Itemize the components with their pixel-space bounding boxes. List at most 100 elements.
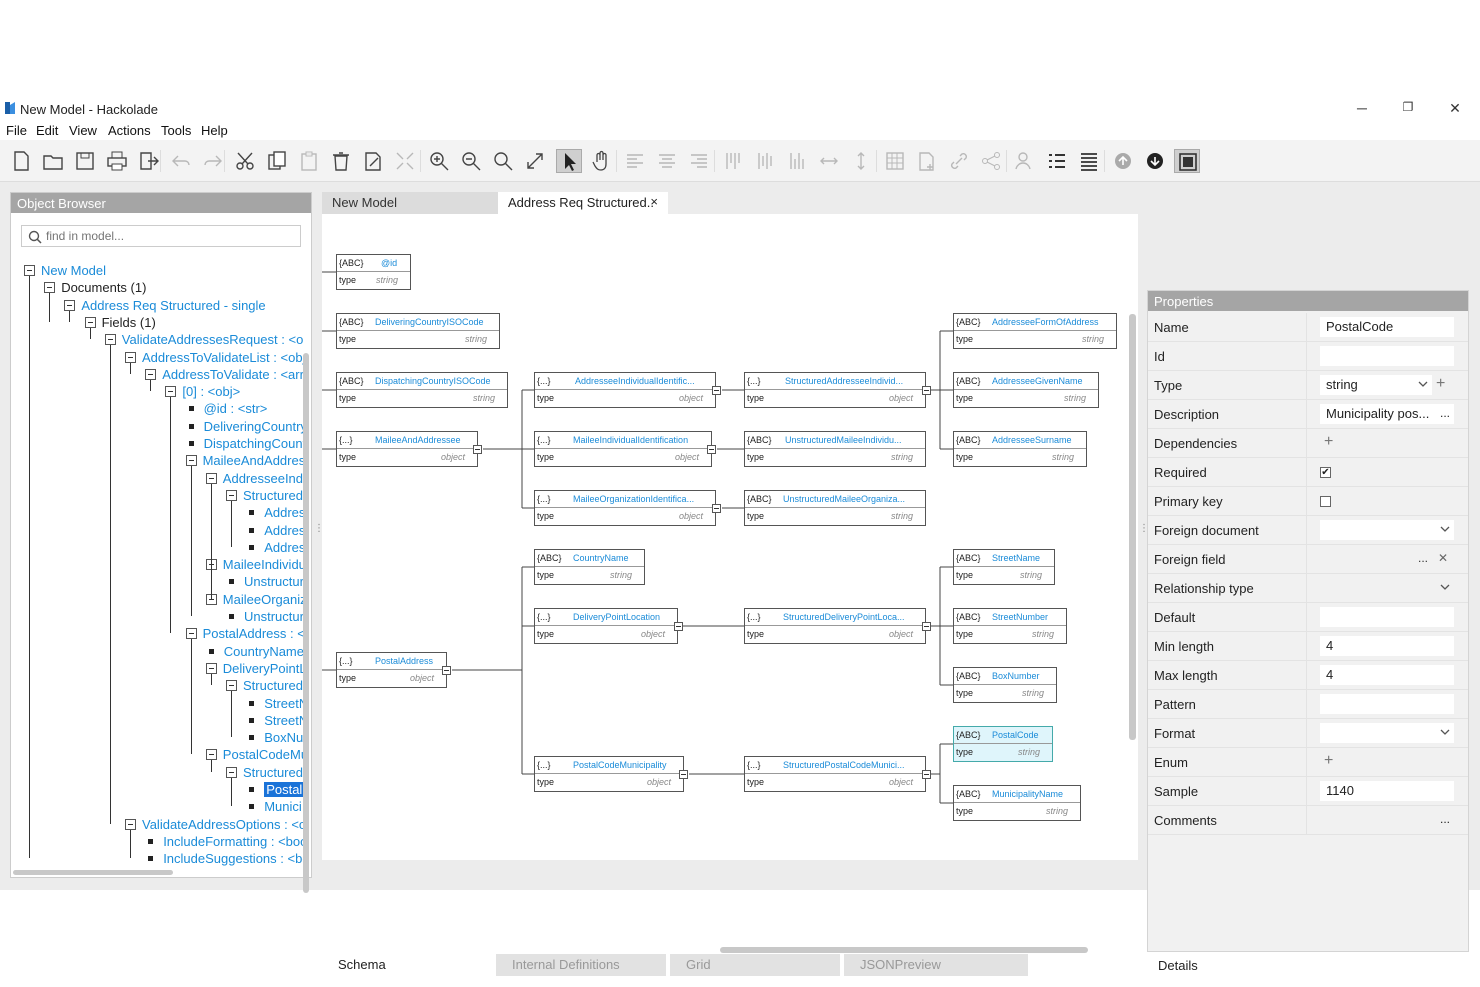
tree-node[interactable]: AddresseeIndi: [205, 470, 303, 487]
tree-node[interactable]: Unstructur: [226, 608, 303, 625]
list-button[interactable]: [1044, 149, 1070, 173]
align-top-button[interactable]: [720, 149, 746, 173]
paste-button[interactable]: [296, 149, 322, 173]
property-value-input[interactable]: [1320, 810, 1432, 830]
tree-node[interactable]: MaileeOrganiz: [205, 591, 303, 608]
menu-edit[interactable]: Edit: [36, 123, 58, 138]
collapse-toggle-icon[interactable]: [473, 445, 482, 454]
diagram-field-box[interactable]: {...} StructuredDeliveryPointLoca... type o…: [744, 608, 926, 644]
minimize-button[interactable]: ─: [1352, 100, 1372, 118]
add-type-button[interactable]: +: [1436, 375, 1445, 393]
tree-node[interactable]: ValidateAddressesRequest : <ob: [104, 331, 303, 348]
collapse-toggle-icon[interactable]: [922, 770, 931, 779]
tree-node[interactable]: Addres: [246, 539, 303, 556]
add-item-button[interactable]: +: [1324, 433, 1333, 451]
diagram-field-box[interactable]: {...} PostalCodeMunicipality type object: [534, 756, 684, 792]
menu-actions[interactable]: Actions: [108, 123, 151, 138]
diagram-field-box[interactable]: {ABC} AddresseeSurname type string: [953, 431, 1087, 467]
collapse-toggle-icon[interactable]: [64, 299, 76, 311]
tree-node[interactable]: PostalCodeMu: [205, 746, 303, 763]
tree-node[interactable]: Documents (1): [44, 279, 146, 296]
align-left-button[interactable]: [622, 149, 648, 173]
collapse-toggle-icon[interactable]: [205, 662, 217, 674]
model-search-input[interactable]: [46, 229, 296, 243]
chevron-down-icon[interactable]: [1440, 727, 1450, 737]
diagram-field-box[interactable]: {...} MaileeAndAddressee type object: [336, 431, 478, 467]
tree-node[interactable]: Structured: [226, 677, 303, 694]
open-folder-button[interactable]: [40, 149, 66, 173]
property-value-input[interactable]: Municipality pos...: [1320, 404, 1454, 424]
align-center-button[interactable]: [654, 149, 680, 173]
more-button[interactable]: ...: [1440, 406, 1450, 420]
collapse-toggle-icon[interactable]: [679, 770, 688, 779]
diagram-field-box[interactable]: {...} StructuredPostalCodeMunici... type ob…: [744, 756, 926, 792]
collapse-toggle-icon[interactable]: [165, 386, 177, 398]
expand-button[interactable]: [522, 149, 548, 173]
collapse-toggle-icon[interactable]: [226, 766, 237, 778]
left-splitter-handle[interactable]: ⋮: [314, 523, 324, 534]
diagram-field-box[interactable]: {ABC} UnstructuredMaileeOrganiza... type st…: [744, 490, 926, 526]
chevron-down-icon[interactable]: [1440, 524, 1450, 534]
new-file-button[interactable]: [8, 149, 34, 173]
diagram-field-box[interactable]: {...} DeliveryPointLocation type object: [534, 608, 678, 644]
chevron-down-icon[interactable]: [1418, 379, 1428, 389]
more-button[interactable]: ...: [1418, 551, 1428, 565]
tab-grid[interactable]: Grid: [670, 954, 840, 976]
tree-node[interactable]: Munici: [246, 798, 302, 815]
tab-json-preview[interactable]: JSONPreview: [844, 954, 1028, 976]
property-value-input[interactable]: [1320, 607, 1454, 627]
property-value-input[interactable]: 1140: [1320, 781, 1454, 801]
align-right-button[interactable]: [686, 149, 712, 173]
tree-node[interactable]: Address Req Structured - single: [64, 297, 266, 314]
distribute-vertical-button[interactable]: [848, 149, 874, 173]
collapse-toggle-icon[interactable]: [712, 504, 721, 513]
tree-node[interactable]: [0] : <obj>: [165, 383, 240, 400]
tree-node[interactable]: BoxNu: [246, 729, 303, 746]
tab-new-model[interactable]: New Model: [322, 192, 498, 214]
tree-vertical-scrollbar[interactable]: [303, 353, 309, 893]
distribute-horizontal-button[interactable]: [816, 149, 842, 173]
close-window-button[interactable]: ✕: [1445, 100, 1465, 118]
canvas-vertical-scrollbar[interactable]: [1129, 314, 1136, 740]
collapse-toggle-icon[interactable]: [125, 818, 136, 830]
property-value-input[interactable]: 4: [1320, 636, 1454, 656]
collapse-toggle-icon[interactable]: [44, 282, 56, 294]
property-value-input[interactable]: PostalCode: [1320, 317, 1454, 337]
copy-button[interactable]: [264, 149, 290, 173]
tab-close-icon[interactable]: ×: [650, 194, 658, 209]
diagram-field-box[interactable]: {ABC} AddresseeGivenName type string: [953, 372, 1099, 408]
tree-horizontal-scrollbar[interactable]: [13, 870, 173, 875]
tree-node[interactable]: Fields (1): [84, 314, 156, 331]
tree-node[interactable]: MaileeIndividu: [205, 556, 303, 573]
collapse-toggle-icon[interactable]: [674, 622, 683, 631]
property-value-input[interactable]: ...: [1320, 549, 1432, 569]
property-select[interactable]: [1320, 578, 1454, 598]
diagram-field-box[interactable]: {ABC} StreetNumber type string: [953, 608, 1067, 644]
diagram-field-box[interactable]: {...} AddresseeIndividualIdentific... type…: [534, 372, 716, 408]
grid-button[interactable]: [882, 149, 908, 173]
collapse-toggle-icon[interactable]: [922, 622, 931, 631]
diagram-field-box[interactable]: {ABC} DeliveringCountryISOCode type string: [336, 313, 500, 349]
menu-tools[interactable]: Tools: [161, 123, 191, 138]
canvas-horizontal-scrollbar[interactable]: [720, 947, 1088, 953]
tree-node[interactable]: PostalAddress : <: [185, 625, 303, 642]
add-document-button[interactable]: [914, 149, 940, 173]
undo-button[interactable]: [168, 149, 194, 173]
diagram-field-box[interactable]: {ABC} MunicipalityName type string: [953, 785, 1081, 821]
tree-node[interactable]: DispatchingCount: [186, 435, 303, 452]
collapse-toggle-icon[interactable]: [84, 316, 96, 328]
collapse-toggle-icon[interactable]: [145, 368, 157, 380]
tree-node[interactable]: StreetN: [246, 712, 303, 729]
tree-node[interactable]: Unstructur: [226, 573, 303, 590]
zoom-out-button[interactable]: [458, 149, 484, 173]
arrow-up-button[interactable]: [1110, 149, 1136, 173]
tree-node[interactable]: ValidateAddressOptions : <o: [125, 816, 303, 833]
diagram-field-box[interactable]: {...} PostalAddress type object: [336, 652, 447, 688]
align-middle-button[interactable]: [752, 149, 778, 173]
collapse-toggle-icon[interactable]: [712, 386, 721, 395]
tree-node[interactable]: Addres: [246, 522, 303, 539]
collapse-toggle-icon[interactable]: [185, 628, 197, 640]
document-edit-button[interactable]: [360, 149, 386, 173]
tree-node[interactable]: StreetN: [246, 695, 303, 712]
share-button[interactable]: [978, 149, 1004, 173]
